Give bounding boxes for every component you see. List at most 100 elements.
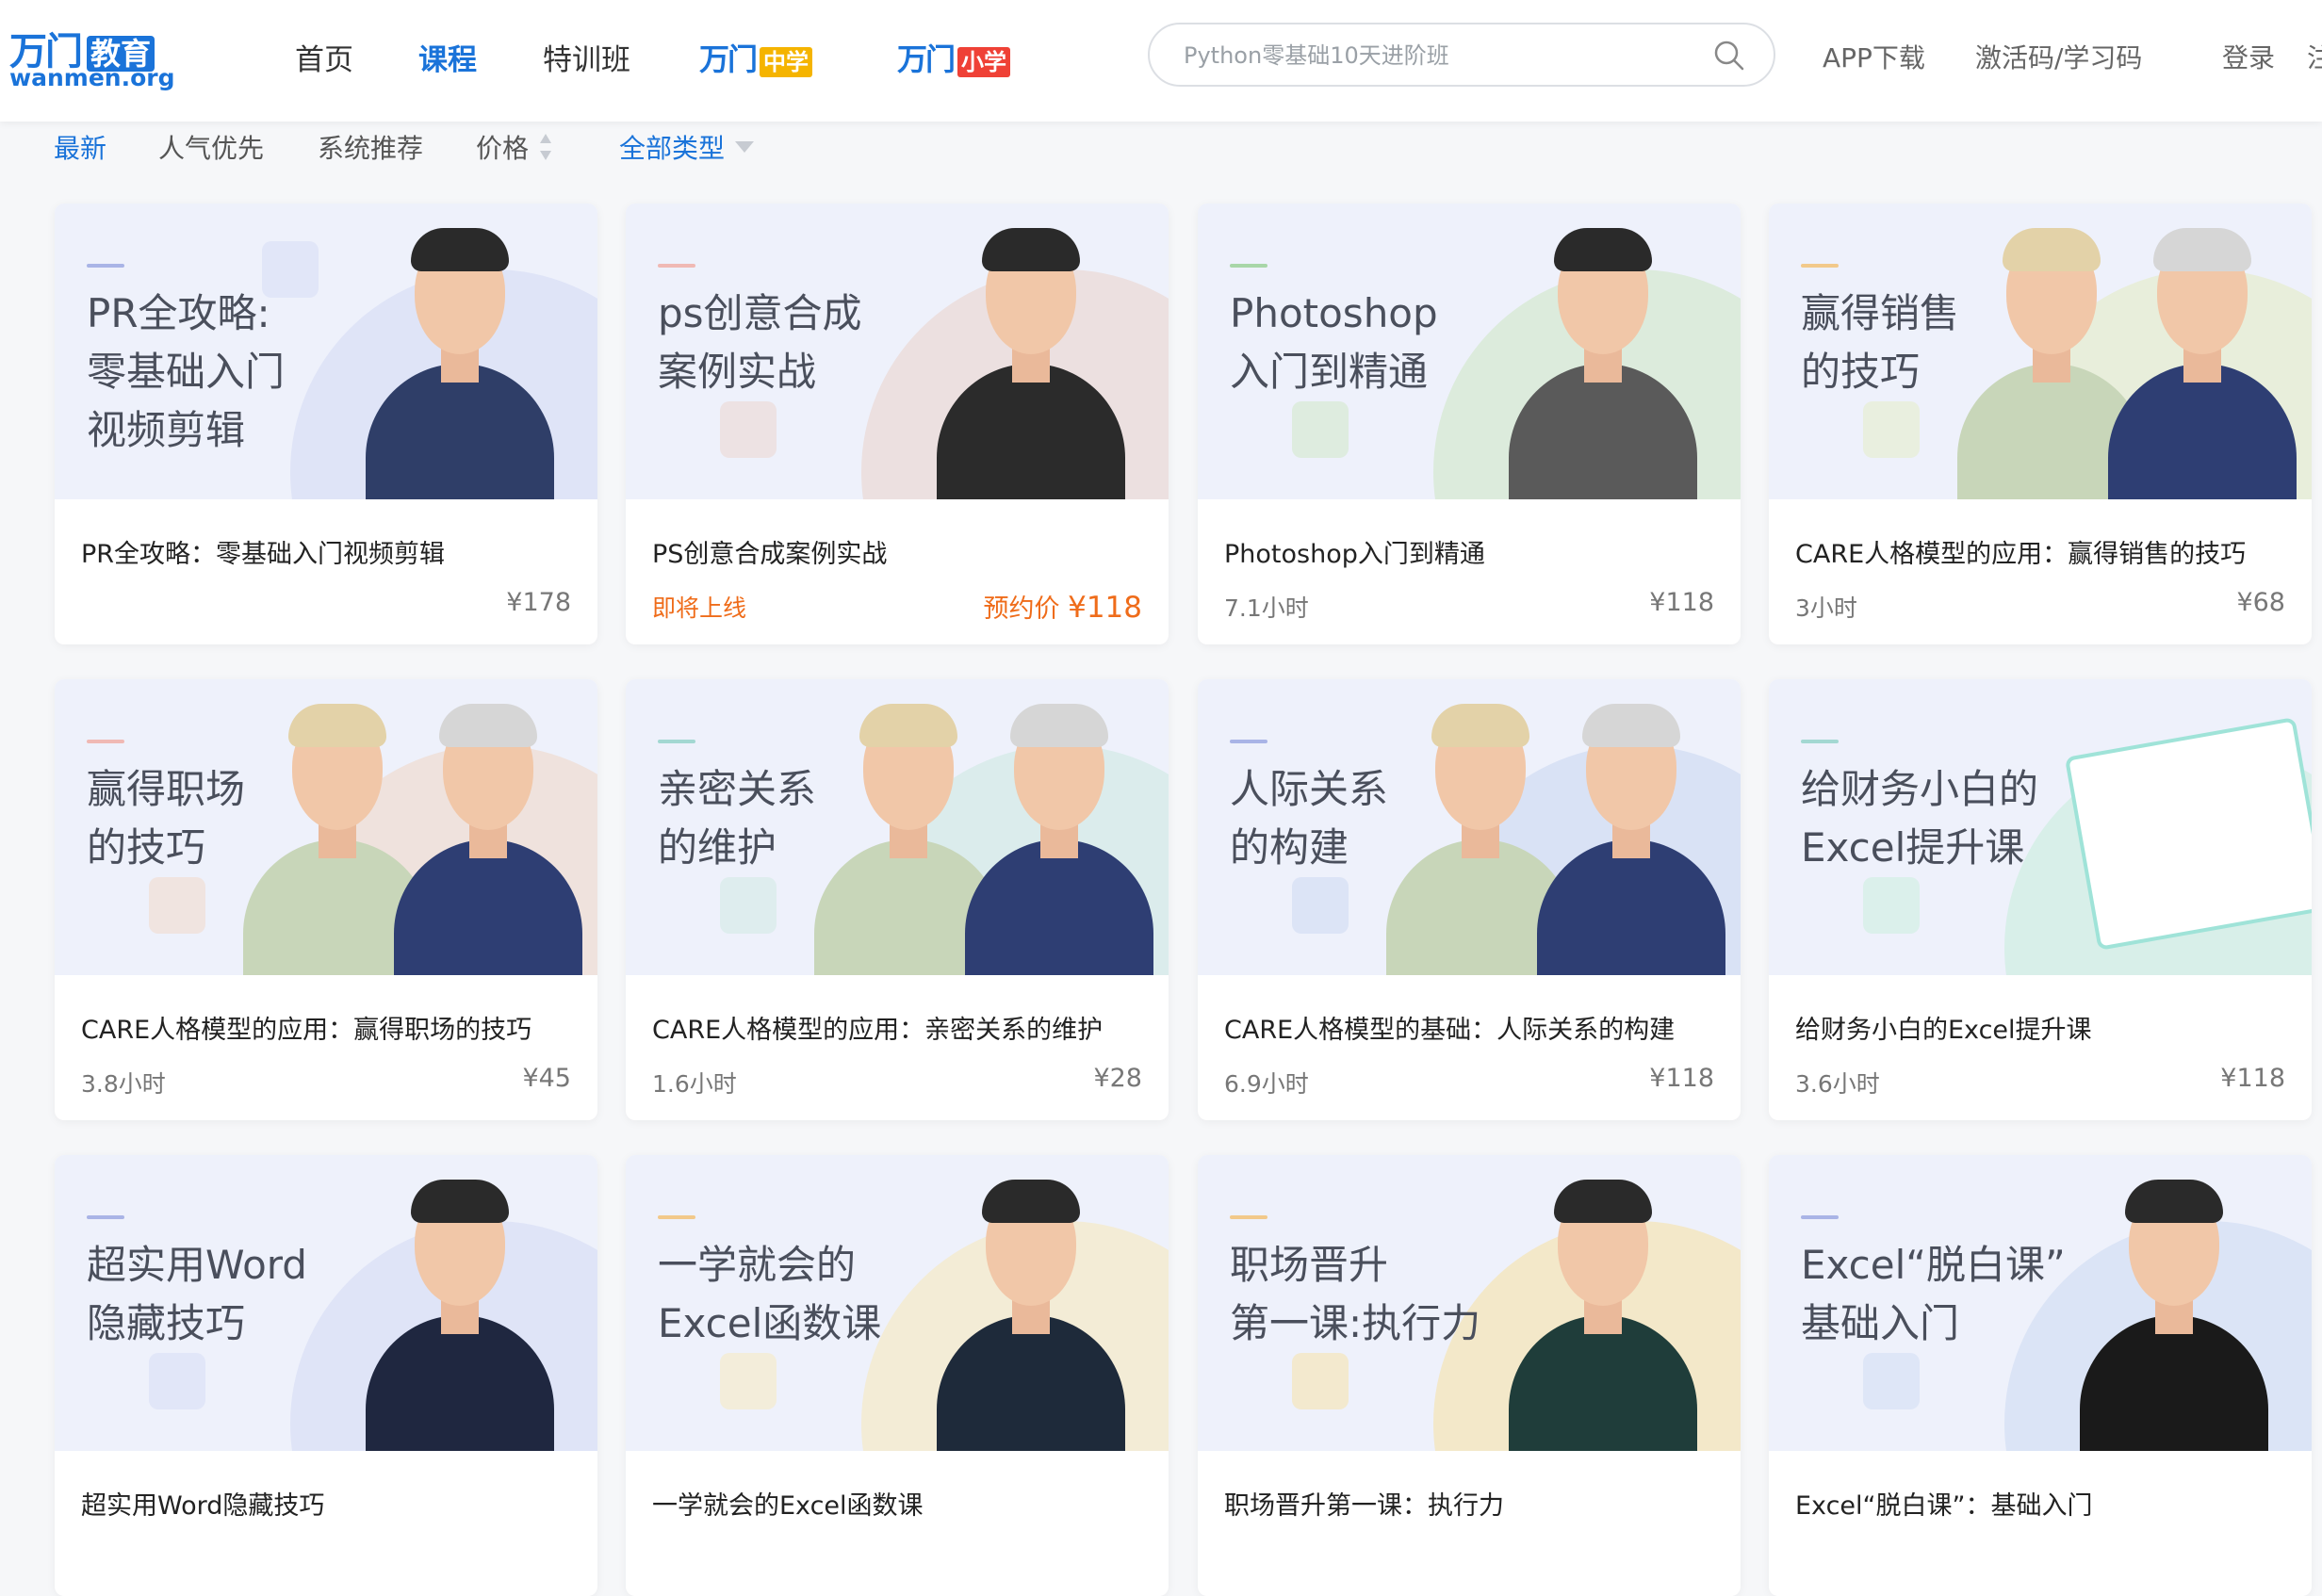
nav-home[interactable]: 首页 <box>295 36 353 78</box>
course-title[interactable]: Excel“脱白课”：基础入门 <box>1795 1485 2093 1522</box>
course-duration: 1.6小时 <box>652 1070 737 1098</box>
ps-icon <box>1292 401 1349 458</box>
course-title[interactable]: PR全攻略：零基础入门视频剪辑 <box>81 533 445 570</box>
course-card[interactable]: 人际关系 的构建 CARE人格模型的基础：人际关系的构建 6.9小时 ¥118 <box>1198 679 1741 1120</box>
nav-courses[interactable]: 课程 <box>418 36 477 78</box>
nav-middle-school[interactable]: 万门 中学 <box>699 36 813 77</box>
top-header: 万门教育 wanmen.org 首页 课程 特训班 万门中学 万门小学 APP下… <box>0 0 2322 122</box>
briefcase-icon <box>1292 1353 1349 1409</box>
dashboard-illustration <box>2064 717 2312 951</box>
course-price: ¥45 <box>522 1064 571 1093</box>
filter-popular[interactable]: 人气优先 <box>158 128 264 166</box>
word-icon <box>149 1353 205 1409</box>
video-icon <box>262 241 319 298</box>
coming-soon-label: 即将上线 <box>652 594 747 622</box>
primary-school-tag: 小学 <box>957 47 1011 77</box>
course-card[interactable]: PR全攻略: 零基础入门 视频剪辑 PR全攻略：零基础入门视频剪辑 ¥178 <box>55 204 597 644</box>
person-hair <box>2153 228 2251 271</box>
nav-training[interactable]: 特训班 <box>543 36 630 78</box>
activation-code-link[interactable]: 激活码/学习码 <box>1975 38 2142 75</box>
banner-accent-line <box>87 740 124 743</box>
person-hair <box>439 704 537 747</box>
middle-school-brand: 万门 <box>699 41 758 77</box>
course-card[interactable]: 给财务小白的 Excel提升课给财务小白的Excel提升课 3.6小时 ¥118 <box>1769 679 2312 1120</box>
course-title[interactable]: 职场晋升第一课：执行力 <box>1224 1485 1504 1522</box>
course-price: 预约价 ¥118 <box>984 588 1143 625</box>
course-banner[interactable]: 职场晋升 第一课:执行力 <box>1198 1155 1741 1451</box>
banner-accent-line <box>1230 264 1267 268</box>
course-banner[interactable]: 一学就会的 Excel函数课 <box>626 1155 1169 1451</box>
course-banner[interactable]: Photoshop 入门到精通 <box>1198 204 1741 499</box>
course-title[interactable]: 一学就会的Excel函数课 <box>652 1485 924 1522</box>
course-duration: 3.8小时 <box>81 1070 166 1098</box>
course-banner[interactable]: 亲密关系 的维护 <box>626 679 1169 975</box>
course-banner[interactable]: 人际关系 的构建 <box>1198 679 1741 975</box>
course-banner[interactable]: 给财务小白的 Excel提升课 <box>1769 679 2312 975</box>
heart-icon <box>720 877 777 934</box>
banner-title: Excel“脱白课” 基础入门 <box>1801 1242 2066 1346</box>
nav-primary-school[interactable]: 万门 小学 <box>897 36 1011 77</box>
course-title[interactable]: CARE人格模型的应用：亲密关系的维护 <box>652 1009 1103 1046</box>
course-card[interactable]: 一学就会的 Excel函数课一学就会的Excel函数课 <box>626 1155 1169 1596</box>
person-hair <box>982 1180 1080 1223</box>
banner-accent-line <box>1801 1215 1839 1219</box>
course-card[interactable]: 亲密关系 的维护 CARE人格模型的应用：亲密关系的维护 1.6小时 ¥28 <box>626 679 1169 1120</box>
banner-title: ps创意合成 案例实战 <box>658 290 862 395</box>
course-card[interactable]: ps创意合成 案例实战 PS创意合成案例实战即将上线 预约价 ¥118 <box>626 204 1169 644</box>
search-icon[interactable] <box>1713 40 1745 72</box>
course-price: ¥118 <box>1649 588 1714 617</box>
course-banner[interactable]: ps创意合成 案例实战 <box>626 204 1169 499</box>
presale-price: ¥118 <box>1068 591 1142 625</box>
people-icon <box>1292 877 1349 934</box>
primary-school-brand: 万门 <box>897 41 956 77</box>
banner-title: 给财务小白的 Excel提升课 <box>1801 766 2039 871</box>
filter-all-types[interactable]: 全部类型 <box>619 128 725 166</box>
register-link[interactable]: 注 <box>2307 38 2322 75</box>
course-price: ¥178 <box>506 588 571 617</box>
login-link[interactable]: 登录 <box>2222 38 2275 75</box>
person-hair <box>1554 228 1652 271</box>
course-banner[interactable]: Excel“脱白课” 基础入门 <box>1769 1155 2312 1451</box>
image-icon <box>720 401 777 458</box>
person-hair <box>2003 228 2101 271</box>
person-hair <box>859 704 957 747</box>
course-title[interactable]: CARE人格模型的应用：赢得销售的技巧 <box>1795 533 2246 570</box>
filter-recommended[interactable]: 系统推荐 <box>318 128 423 166</box>
chevron-down-icon[interactable] <box>735 141 754 153</box>
course-card[interactable]: 赢得销售 的技巧 CARE人格模型的应用：赢得销售的技巧 3小时 ¥68 <box>1769 204 2312 644</box>
course-title[interactable]: 超实用Word隐藏技巧 <box>81 1485 324 1522</box>
middle-school-tag: 中学 <box>760 47 813 77</box>
banner-title: Photoshop 入门到精通 <box>1230 290 1438 395</box>
course-card[interactable]: 赢得职场 的技巧 CARE人格模型的应用：赢得职场的技巧 3.8小时 ¥45 <box>55 679 597 1120</box>
person-hair <box>1554 1180 1652 1223</box>
app-download-link[interactable]: APP下载 <box>1823 38 1925 75</box>
course-card[interactable]: 超实用Word 隐藏技巧超实用Word隐藏技巧 <box>55 1155 597 1596</box>
filter-newest[interactable]: 最新 <box>54 128 106 166</box>
search-input[interactable] <box>1182 36 1694 75</box>
dots-icon <box>149 877 205 934</box>
course-title[interactable]: CARE人格模型的基础：人际关系的构建 <box>1224 1009 1675 1046</box>
course-card[interactable]: Photoshop 入门到精通 Photoshop入门到精通 7.1小时 ¥118 <box>1198 204 1741 644</box>
person-hair <box>411 1180 509 1223</box>
sort-arrows-icon[interactable] <box>539 130 552 164</box>
course-price: ¥118 <box>2220 1064 2285 1093</box>
person-hair <box>1010 704 1108 747</box>
course-price: ¥68 <box>2236 588 2285 617</box>
course-banner[interactable]: 超实用Word 隐藏技巧 <box>55 1155 597 1451</box>
banner-accent-line <box>658 740 695 743</box>
course-banner[interactable]: PR全攻略: 零基础入门 视频剪辑 <box>55 204 597 499</box>
banner-title: 超实用Word 隐藏技巧 <box>87 1242 307 1346</box>
course-duration: 3.6小时 <box>1795 1070 1880 1098</box>
banner-accent-line <box>1230 740 1267 743</box>
course-card[interactable]: Excel“脱白课” 基础入门 Excel“脱白课”：基础入门 <box>1769 1155 2312 1596</box>
course-banner[interactable]: 赢得职场 的技巧 <box>55 679 597 975</box>
course-title[interactable]: 给财务小白的Excel提升课 <box>1795 1009 2092 1046</box>
course-banner[interactable]: 赢得销售 的技巧 <box>1769 204 2312 499</box>
course-title[interactable]: Photoshop入门到精通 <box>1224 533 1485 570</box>
filter-price[interactable]: 价格 <box>476 128 529 166</box>
course-title[interactable]: CARE人格模型的应用：赢得职场的技巧 <box>81 1009 531 1046</box>
course-card[interactable]: 职场晋升 第一课:执行力职场晋升第一课：执行力 <box>1198 1155 1741 1596</box>
site-logo[interactable]: 万门 教育 wanmen.org <box>9 21 174 91</box>
course-price: ¥28 <box>1093 1064 1142 1093</box>
course-title[interactable]: PS创意合成案例实战 <box>652 533 887 570</box>
